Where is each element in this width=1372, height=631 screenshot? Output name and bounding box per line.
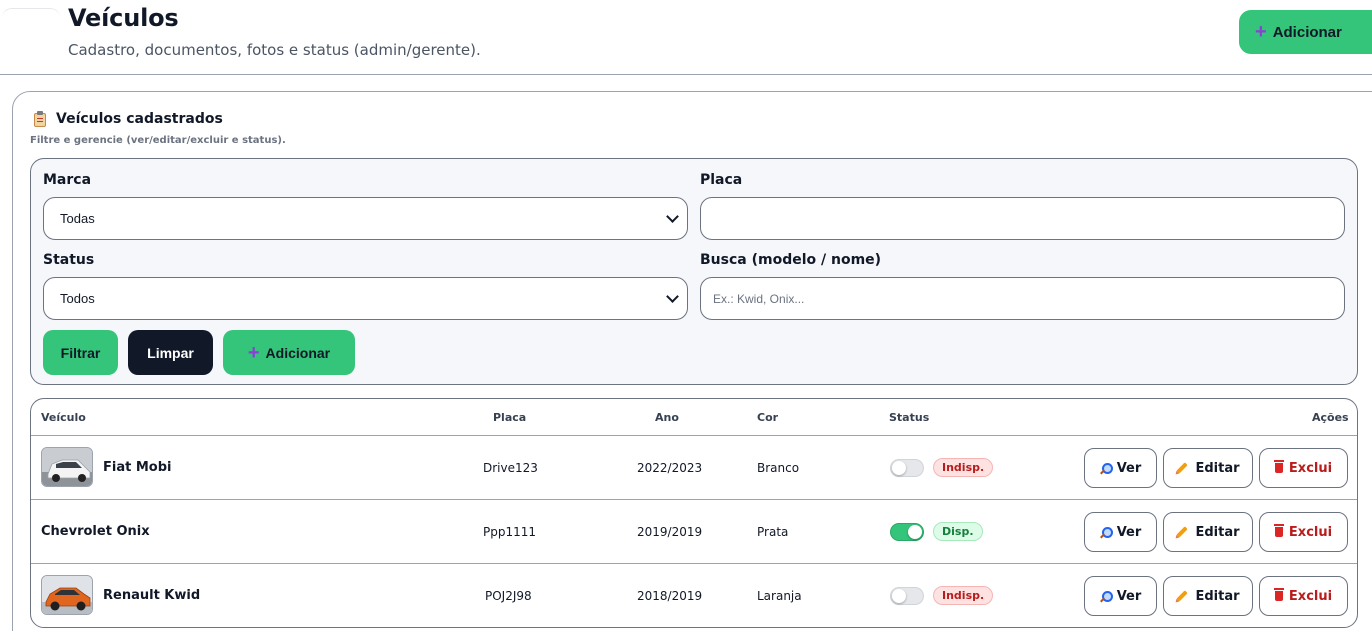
delete-button[interactable]: Exclui <box>1259 512 1348 552</box>
card-subtitle: Filtre e gerencie (ver/editar/excluir e … <box>30 135 286 146</box>
status-badge: Disp. <box>933 522 983 541</box>
edit-button[interactable]: Editar <box>1163 512 1253 552</box>
vehicle-plate: Ppp1111 <box>483 525 537 539</box>
add-vehicle-label: Adicionar <box>265 344 331 361</box>
add-vehicle-button[interactable]: + Adicionar <box>223 330 355 375</box>
view-label: Ver <box>1116 588 1142 604</box>
clear-button[interactable]: Limpar <box>128 330 213 375</box>
view-label: Ver <box>1116 524 1142 540</box>
view-button[interactable]: Ver <box>1084 512 1157 552</box>
vehicles-table: Veículo Placa Ano Cor Status Ações Fiat … <box>30 398 1358 628</box>
search-input[interactable]: Ex.: Kwid, Onix... <box>700 277 1345 320</box>
edit-button[interactable]: Editar <box>1163 448 1253 488</box>
logo <box>2 8 60 66</box>
vehicle-color: Laranja <box>757 589 802 603</box>
vehicle-year: 2019/2019 <box>637 525 703 539</box>
plate-input[interactable] <box>700 197 1345 240</box>
page-header: Veículos Cadastro, documentos, fotos e s… <box>0 0 1372 75</box>
status-badge: Indisp. <box>933 586 994 605</box>
vehicle-name: Renault Kwid <box>103 588 201 603</box>
col-color: Cor <box>757 411 779 424</box>
table-row: Chevrolet Onix Ppp1111 2019/2019 Prata D… <box>31 500 1357 564</box>
table-row: Fiat Mobi Drive123 2022/2023 Branco Indi… <box>31 436 1357 500</box>
brand-label: Marca <box>43 172 92 188</box>
trash-icon <box>1273 460 1284 473</box>
edit-label: Editar <box>1195 588 1240 604</box>
col-actions: Ações <box>1312 411 1349 424</box>
vehicle-color: Branco <box>757 461 800 475</box>
edit-button[interactable]: Editar <box>1163 576 1253 616</box>
vehicle-photo <box>41 575 93 615</box>
chevron-down-icon <box>666 290 679 303</box>
delete-label: Exclui <box>1288 588 1333 604</box>
add-vehicle-label: Adicionar <box>1272 23 1342 41</box>
vehicles-card: Veículos cadastrados Filtre e gerencie (… <box>12 91 1372 631</box>
brand-select-value: Todas <box>60 211 95 226</box>
status-label: Status <box>43 252 95 268</box>
pencil-icon <box>1176 462 1189 474</box>
delete-button[interactable]: Exclui <box>1259 576 1348 616</box>
view-button[interactable]: Ver <box>1084 576 1157 616</box>
clipboard-icon <box>33 111 47 127</box>
status-select[interactable]: Todos <box>43 277 688 320</box>
view-button[interactable]: Ver <box>1084 448 1157 488</box>
search-label: Busca (modelo / nome) <box>700 252 882 268</box>
edit-label: Editar <box>1195 524 1240 540</box>
card-title: Veículos cadastrados <box>33 111 223 127</box>
pencil-icon <box>1176 526 1189 538</box>
vehicle-plate: Drive123 <box>483 461 538 475</box>
trash-icon <box>1273 524 1284 537</box>
pencil-icon <box>1176 590 1189 602</box>
magnifier-icon <box>1100 590 1113 602</box>
vehicle-year: 2022/2023 <box>637 461 703 475</box>
page-subtitle: Cadastro, documentos, fotos e status (ad… <box>68 41 481 59</box>
status-toggle[interactable] <box>890 459 924 477</box>
status-toggle[interactable] <box>890 587 924 605</box>
vehicle-name: Fiat Mobi <box>103 460 172 475</box>
magnifier-icon <box>1100 526 1113 538</box>
vehicle-photo <box>41 447 93 487</box>
status-select-value: Todos <box>60 291 95 306</box>
plate-label: Placa <box>700 172 743 188</box>
col-vehicle: Veículo <box>41 411 86 424</box>
add-vehicle-button-header[interactable]: + Adicionar <box>1239 10 1372 54</box>
brand-select[interactable]: Todas <box>43 197 688 240</box>
delete-button[interactable]: Exclui <box>1259 448 1348 488</box>
status-toggle[interactable] <box>890 523 924 541</box>
card-title-text: Veículos cadastrados <box>56 111 223 127</box>
status-badge: Indisp. <box>933 458 994 477</box>
col-year: Ano <box>655 411 679 424</box>
magnifier-icon <box>1100 462 1113 474</box>
vehicle-year: 2018/2019 <box>637 589 703 603</box>
delete-label: Exclui <box>1288 460 1333 476</box>
delete-label: Exclui <box>1288 524 1333 540</box>
col-status: Status <box>889 411 930 424</box>
vehicle-color: Prata <box>757 525 789 539</box>
filter-button[interactable]: Filtrar <box>43 330 118 375</box>
edit-label: Editar <box>1195 460 1240 476</box>
trash-icon <box>1273 588 1284 601</box>
vehicle-name: Chevrolet Onix <box>41 524 150 539</box>
col-plate: Placa <box>493 411 527 424</box>
plus-icon: + <box>247 341 260 364</box>
filter-panel: Marca Todas Placa Status Todos Busca (mo… <box>30 158 1358 385</box>
page-title: Veículos <box>68 4 179 32</box>
table-header: Veículo Placa Ano Cor Status Ações <box>31 399 1357 436</box>
table-row: Renault Kwid POJ2J98 2018/2019 Laranja I… <box>31 564 1357 627</box>
chevron-down-icon <box>666 210 679 223</box>
vehicle-plate: POJ2J98 <box>485 589 532 603</box>
plus-icon: + <box>1255 21 1267 43</box>
view-label: Ver <box>1116 460 1142 476</box>
